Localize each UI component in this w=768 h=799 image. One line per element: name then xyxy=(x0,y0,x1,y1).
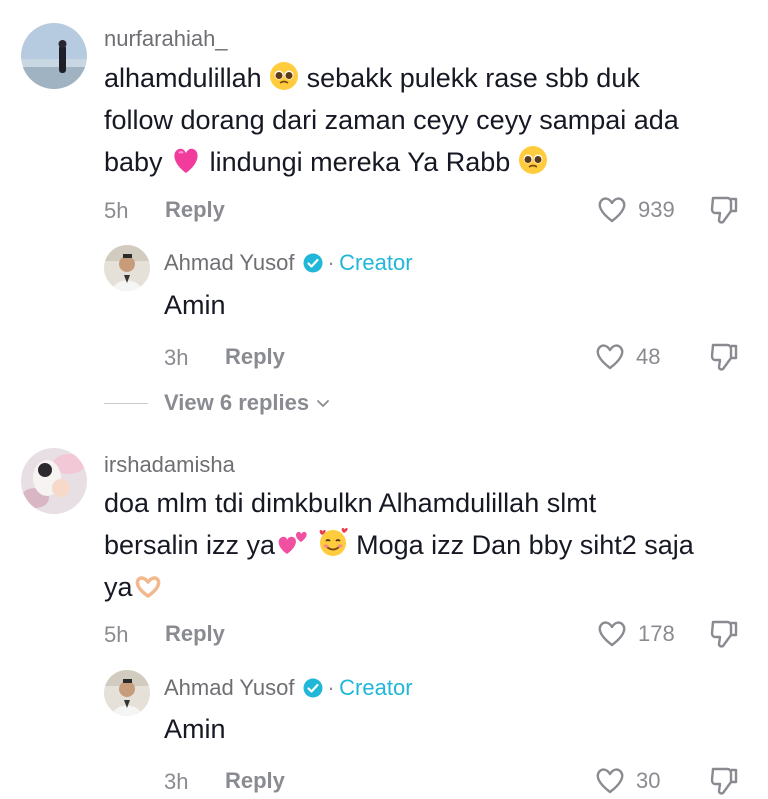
like-count: 48 xyxy=(636,344,661,369)
separator-dot: · xyxy=(327,250,335,275)
comment-text-segment: lindungi mereka Ya Rabb xyxy=(209,147,511,177)
like-button[interactable]: 939 xyxy=(596,193,686,225)
comment-text-segment: alhamdulillah xyxy=(104,63,262,93)
reply-text: Amin xyxy=(164,714,226,744)
chevron-down-icon xyxy=(316,400,329,408)
two-hearts-emoji xyxy=(278,531,307,554)
view-replies-label: View 6 replies xyxy=(164,390,310,415)
view-replies-button[interactable]: View 6 replies xyxy=(164,390,330,416)
pink-heart-emoji xyxy=(174,148,198,173)
comment-text-segment: follow dorang dari zaman ceyy ceyy sampa… xyxy=(104,105,679,135)
comment-text-segment: Moga izz Dan bby siht2 saja xyxy=(356,530,694,560)
thumbs-down-icon[interactable] xyxy=(709,765,739,797)
reply-button[interactable]: Reply xyxy=(165,621,225,647)
like-count: 30 xyxy=(636,768,661,793)
avatar[interactable] xyxy=(21,448,87,514)
verified-badge-icon xyxy=(303,253,323,273)
creator-avatar-image xyxy=(104,245,150,291)
heart-outline-icon xyxy=(598,197,626,223)
pleading-face-emoji xyxy=(270,62,299,90)
verified-badge-icon xyxy=(303,678,323,698)
like-count: 178 xyxy=(638,621,675,646)
creator-avatar-image xyxy=(104,670,150,716)
reply-button[interactable]: Reply xyxy=(225,768,285,794)
comment-text-segment: baby xyxy=(104,147,163,177)
creator-avatar[interactable] xyxy=(104,670,150,716)
comment-username[interactable]: irshadamisha xyxy=(104,452,235,478)
reply-username[interactable]: Ahmad Yusof xyxy=(164,250,294,275)
like-count: 939 xyxy=(638,197,675,222)
avatar-image xyxy=(21,448,87,514)
like-button[interactable]: 48 xyxy=(594,340,684,372)
heart-outline-icon xyxy=(596,768,624,794)
like-button[interactable]: 178 xyxy=(596,617,686,649)
comment-username[interactable]: nurfarahiah_ xyxy=(104,26,228,52)
smiling-face-with-hearts-emoji xyxy=(319,528,348,556)
thumbs-down-icon[interactable] xyxy=(709,194,739,226)
divider xyxy=(104,403,148,404)
comment-time: 5h xyxy=(104,622,129,647)
like-button[interactable]: 30 xyxy=(594,764,684,796)
heart-hands-emoji xyxy=(135,576,160,598)
comment-text: doa mlm tdi dimkbulkn Alhamdulillah slmt… xyxy=(104,482,744,608)
heart-outline-icon xyxy=(598,621,626,647)
reply-time: 3h xyxy=(164,769,189,794)
avatar-image xyxy=(21,23,87,89)
reply-header: Ahmad Yusof · Creator xyxy=(164,250,413,276)
comment-text-segment: ya xyxy=(104,572,133,602)
thumbs-down-icon[interactable] xyxy=(709,618,739,650)
creator-badge: Creator xyxy=(339,675,413,700)
reply-username[interactable]: Ahmad Yusof xyxy=(164,675,294,700)
comment-text-segment: doa mlm tdi dimkbulkn Alhamdulillah slmt xyxy=(104,488,597,518)
heart-outline-icon xyxy=(596,344,624,370)
separator-dot: · xyxy=(327,675,335,700)
comment-text-segment: sebakk pulekk rase sbb duk xyxy=(306,63,640,93)
reply-text: Amin xyxy=(164,290,226,320)
creator-badge: Creator xyxy=(339,250,413,275)
reply-button[interactable]: Reply xyxy=(225,344,285,370)
creator-avatar[interactable] xyxy=(104,245,150,291)
comment-time: 5h xyxy=(104,198,129,223)
comment-text: alhamdulillah sebakk pulekk rase sbb duk… xyxy=(104,57,744,183)
reply-header: Ahmad Yusof · Creator xyxy=(164,675,413,701)
avatar[interactable] xyxy=(21,23,87,89)
reply-button[interactable]: Reply xyxy=(165,197,225,223)
comment-text-segment: bersalin izz ya xyxy=(104,530,276,560)
pleading-face-emoji xyxy=(518,146,547,174)
reply-time: 3h xyxy=(164,345,189,370)
thumbs-down-icon[interactable] xyxy=(709,341,739,373)
